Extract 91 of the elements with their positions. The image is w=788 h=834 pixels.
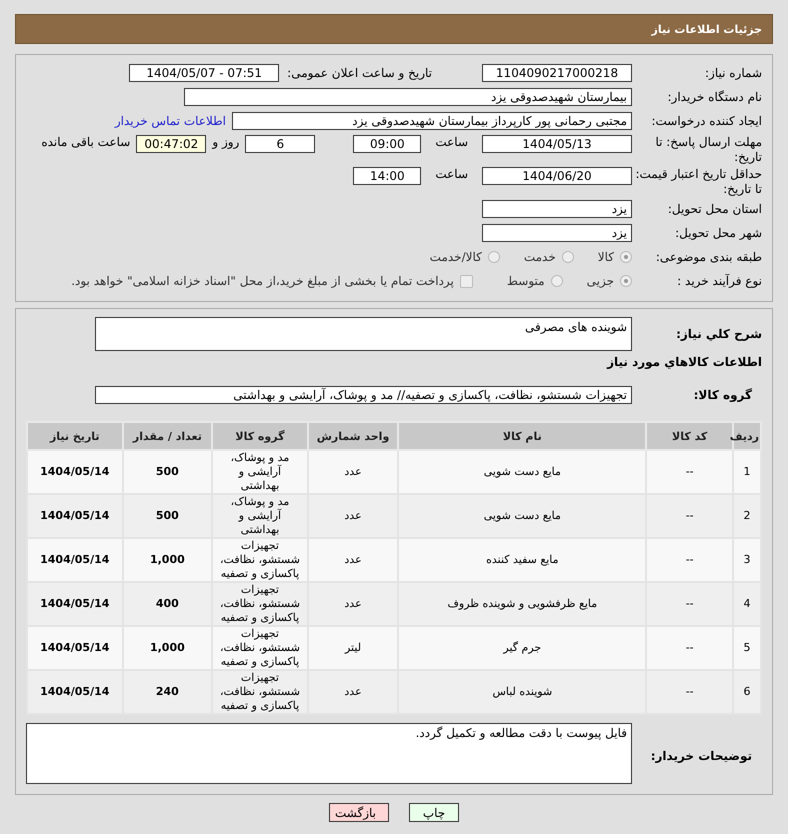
field-label: ساعت [435, 135, 468, 149]
table-cell: مایع دست شویی [398, 494, 646, 538]
table-cell: مایع ظرفشویی و شوینده ظروف [398, 582, 646, 626]
field-label: تاریخ و ساعت اعلان عمومی: [287, 66, 432, 80]
table-cell: 1,000 [122, 538, 212, 582]
table-cell: 1,000 [122, 626, 212, 670]
field-label: توضیحات خریدار: [650, 749, 753, 764]
table-cell: 1404/05/14 [27, 626, 123, 670]
table-cell: 1404/05/14 [27, 450, 123, 494]
table-cell: 2 [733, 494, 761, 538]
need-number-field: 1104090217000218 [482, 64, 632, 82]
field-label: مهلت ارسال پاسخ: تا تاریخ: [654, 135, 762, 165]
field-label: ساعت باقی مانده [41, 135, 130, 149]
column-header: تعداد / مقدار [122, 422, 212, 450]
description-field: شوینده های مصرفی [95, 317, 632, 351]
buyer-notes-field: فایل پیوست با دقت مطالعه و تکمیل گردد. [26, 723, 632, 784]
field-label: گروه کالا: [692, 388, 753, 402]
purchase-type-radio[interactable]: جزیی [586, 274, 632, 288]
table-cell: -- [646, 582, 734, 626]
contact-link[interactable]: اطلاعات تماس خریدار [114, 114, 226, 128]
field-label: ایجاد کننده درخواست: [650, 114, 762, 128]
table-cell: 4 [733, 582, 761, 626]
column-header: گروه کالا [212, 422, 308, 450]
column-header: نام کالا [398, 422, 646, 450]
table-cell: 500 [122, 450, 212, 494]
table-cell: 1404/05/14 [27, 582, 123, 626]
deadline-time-field: 09:00 [353, 135, 422, 153]
table-cell: -- [646, 494, 734, 538]
table-cell: -- [646, 450, 734, 494]
table-cell: تجهیزات شستشو، نظافت، پاکسازی و تصفیه [212, 582, 308, 626]
field-label: نوع فرآیند خرید : [676, 274, 762, 288]
category-radio[interactable]: کالا [598, 250, 632, 264]
table-cell: تجهیزات شستشو، نظافت، پاکسازی و تصفیه [212, 538, 308, 582]
validity-date-field: 1404/06/20 [482, 167, 632, 185]
table-cell: 500 [122, 494, 212, 538]
table-cell: تجهیزات شستشو، نظافت، پاکسازی و تصفیه [212, 626, 308, 670]
field-label: طبقه بندی موضوعی: [654, 250, 762, 264]
field-label: شرح کلي نياز: [675, 327, 762, 342]
table-cell: 1404/05/14 [27, 538, 123, 582]
category-radio[interactable]: خدمت [524, 250, 574, 264]
field-label: استان محل تحویل: [666, 202, 762, 216]
table-cell: جرم گیر [398, 626, 646, 670]
table-cell: 1404/05/14 [27, 670, 123, 714]
remaining-time-field: 00:47:02 [136, 135, 206, 153]
category-radio[interactable]: کالا/خدمت [430, 250, 500, 264]
page-title: جزئیات اطلاعات نیاز [652, 22, 762, 36]
table-cell: عدد [308, 582, 398, 626]
table-cell: عدد [308, 670, 398, 714]
field-label: شهر محل تحویل: [674, 226, 762, 240]
table-cell: مد و پوشاک، آرایشی و بهداشتی [212, 450, 308, 494]
column-header: تاریخ نیاز [27, 422, 123, 450]
payment-checkbox[interactable]: پرداخت تمام یا بخشی از مبلغ خرید،از محل "اسناد خزانه اسلامی" خواهد بود. [71, 274, 473, 288]
validity-time-field: 14:00 [353, 167, 422, 185]
table-cell: 6 [733, 670, 761, 714]
print-button[interactable]: چاپ [409, 803, 459, 822]
field-label: ساعت [435, 167, 468, 181]
days-field: 6 [245, 135, 316, 153]
table-cell: مد و پوشاک، آرایشی و بهداشتی [212, 494, 308, 538]
table-cell: 240 [122, 670, 212, 714]
announce-date-field: 1404/05/07 - 07:51 [129, 64, 280, 82]
buyer-field: بیمارستان شهیدصدوقی یزد [184, 88, 632, 106]
table-cell: 400 [122, 582, 212, 626]
purchase-type-radio[interactable]: متوسط [506, 274, 563, 288]
field-label: نام دستگاه خریدار: [666, 90, 762, 104]
field-label: شماره نیاز: [704, 66, 762, 80]
province-field: یزد [482, 200, 632, 218]
back-button[interactable]: بازگشت [329, 803, 389, 822]
table-cell: 1 [733, 450, 761, 494]
goods-group-field: تجهیزات شستشو، نظافت، پاکسازی و تصفیه// مد و پوشاک، آرایشی و بهداشتی [95, 386, 632, 404]
table-cell: 1404/05/14 [27, 494, 123, 538]
table-cell: 3 [733, 538, 761, 582]
city-field: یزد [482, 224, 632, 242]
table-cell: 5 [733, 626, 761, 670]
column-header: واحد شمارش [308, 422, 398, 450]
table-cell: تجهیزات شستشو، نظافت، پاکسازی و تصفیه [212, 670, 308, 714]
table-cell: لیتر [308, 626, 398, 670]
table-cell: عدد [308, 494, 398, 538]
table-cell: عدد [308, 450, 398, 494]
deadline-date-field: 1404/05/13 [482, 135, 632, 153]
creator-field: مجتبی رحمانی پور کارپرداز بیمارستان شهیدصدوقی یزد [232, 112, 632, 130]
table-cell: -- [646, 626, 734, 670]
table-cell: مایع دست شویی [398, 450, 646, 494]
column-header: ردیف [733, 422, 761, 450]
table-cell: -- [646, 538, 734, 582]
table-cell: عدد [308, 538, 398, 582]
table-cell: شوینده لباس [398, 670, 646, 714]
section-title: اطلاعات کالاهاي مورد نياز [606, 355, 762, 369]
field-label: روز و [212, 135, 240, 149]
table-cell: مایع سفید کننده [398, 538, 646, 582]
field-label: حداقل تاریخ اعتبار قیمت: تا تاریخ: [634, 167, 762, 197]
table-cell: -- [646, 670, 734, 714]
